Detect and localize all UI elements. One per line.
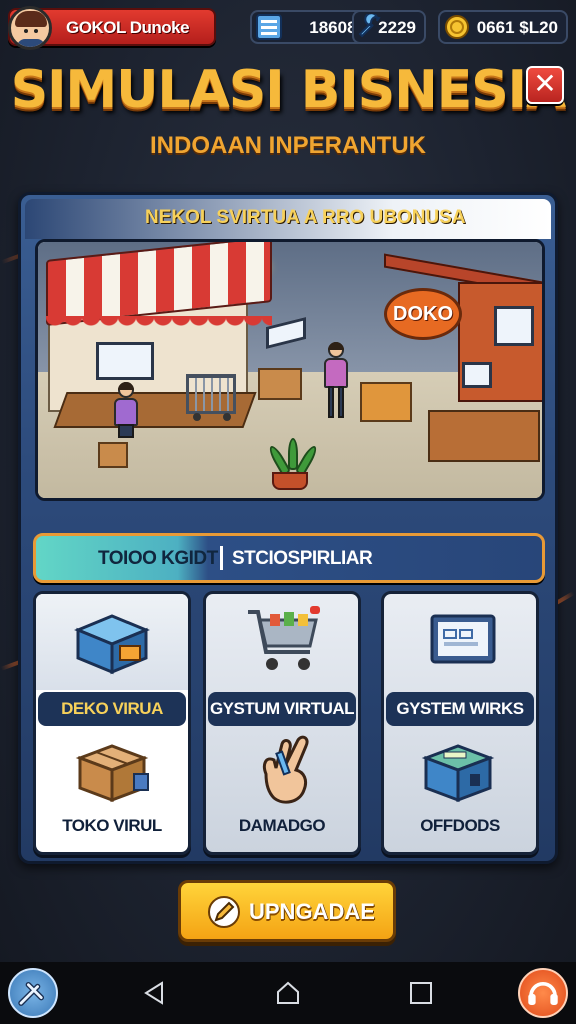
item-card-gystem-wirks[interactable]: GYSTEM WIRKS OFFDODS xyxy=(381,591,539,855)
stat-wrench-value: 2229 xyxy=(378,18,416,37)
plant-pot xyxy=(272,472,308,490)
crate xyxy=(258,368,302,400)
booth-display xyxy=(462,362,492,388)
card-top-label: DEKO VIRUA xyxy=(38,692,186,726)
stat-coins[interactable]: 0661 $L20 xyxy=(438,10,568,44)
support-button[interactable] xyxy=(518,968,568,1018)
tab-separator xyxy=(220,546,223,570)
shopping-cart-icon xyxy=(248,606,320,670)
shop-scene-illustration: DOKO xyxy=(35,239,545,501)
recents-icon[interactable] xyxy=(408,980,434,1006)
card-top-label: GYSTUM VIRTUAL xyxy=(208,692,356,726)
pencil-icon xyxy=(208,896,240,928)
home-icon[interactable] xyxy=(275,980,301,1006)
profile-badge[interactable]: GOKOL Dunoke xyxy=(8,6,216,50)
stat-wrench[interactable]: 2229 xyxy=(352,10,426,44)
card-top-area xyxy=(206,594,358,690)
page-title: SIMULASI BISNESIA xyxy=(10,60,567,120)
card-top-label-text: GYSTUM VIRTUAL xyxy=(209,699,355,718)
stat-coins-value: 0661 $L20 xyxy=(476,18,558,37)
wall-monitor xyxy=(96,342,154,380)
tools-button[interactable] xyxy=(8,968,58,1018)
shop-sign: DOKO xyxy=(384,288,462,340)
card-top-label: GYSTEM WIRKS xyxy=(386,692,534,726)
top-bar: GOKOL Dunoke 186086 2229 0661 $L20 xyxy=(0,0,576,56)
card-bottom-area xyxy=(206,730,358,812)
plant-leaf xyxy=(288,438,298,470)
category-tabs: TOIOO KGIDT STCIOSPIRLIAR xyxy=(33,533,545,583)
shopping-cart-prop xyxy=(186,374,236,421)
card-top-label-text: GYSTEM WIRKS xyxy=(396,699,524,718)
booth-counter xyxy=(428,410,540,462)
server-box-icon xyxy=(74,614,150,675)
tab-toioo-kgidt[interactable]: TOIOO KGIDT xyxy=(98,548,218,570)
crate xyxy=(360,382,412,422)
card-top-area xyxy=(384,594,536,690)
card-bottom-area xyxy=(384,730,536,812)
avatar[interactable] xyxy=(8,6,52,50)
system-nav-bar xyxy=(0,962,576,1024)
coin-icon xyxy=(445,15,469,39)
headset-icon xyxy=(528,981,558,1005)
close-button[interactable]: ✕ xyxy=(526,66,564,104)
item-card-deko-virua[interactable]: DEKO VIRUA TOKO VIRUL xyxy=(33,591,191,855)
back-icon[interactable] xyxy=(142,980,168,1006)
monitor-icon xyxy=(430,614,496,664)
page-subtitle: INDOAAN INPERANTUK xyxy=(150,132,426,159)
tools-icon xyxy=(18,981,45,1006)
tab-stciospirliar[interactable]: STCIOSPIRLIAR xyxy=(232,548,373,570)
main-panel: NEKOL SVIRTUA A RRO UBONUSA DOKO TOIOO K… xyxy=(18,192,558,864)
storage-box-icon xyxy=(421,744,495,803)
card-bottom-label: DAMADGO xyxy=(238,816,326,835)
upgrade-button[interactable]: UPNGADAE xyxy=(178,880,396,942)
card-bottom-label: OFFDODS xyxy=(420,816,500,835)
card-top-area xyxy=(36,594,188,690)
card-bottom-area xyxy=(36,730,188,812)
crate xyxy=(98,442,128,468)
awning-edge xyxy=(46,316,272,328)
cardboard-box-icon xyxy=(75,744,149,803)
card-bottom-label: TOKO VIRUL xyxy=(62,816,162,835)
booth-screen xyxy=(494,306,534,346)
hand-icon xyxy=(262,735,309,804)
list-icon xyxy=(256,14,282,40)
panel-heading: NEKOL SVIRTUA A RRO UBONUSA xyxy=(145,207,466,228)
item-card-gystum-virtual[interactable]: GYSTUM VIRTUAL DAMADGO xyxy=(203,591,361,855)
panel-header: NEKOL SVIRTUA A RRO UBONUSA xyxy=(25,199,551,239)
close-icon: ✕ xyxy=(533,67,557,100)
profile-name: GOKOL Dunoke xyxy=(66,18,190,37)
upgrade-label: UPNGADAE xyxy=(249,899,375,924)
